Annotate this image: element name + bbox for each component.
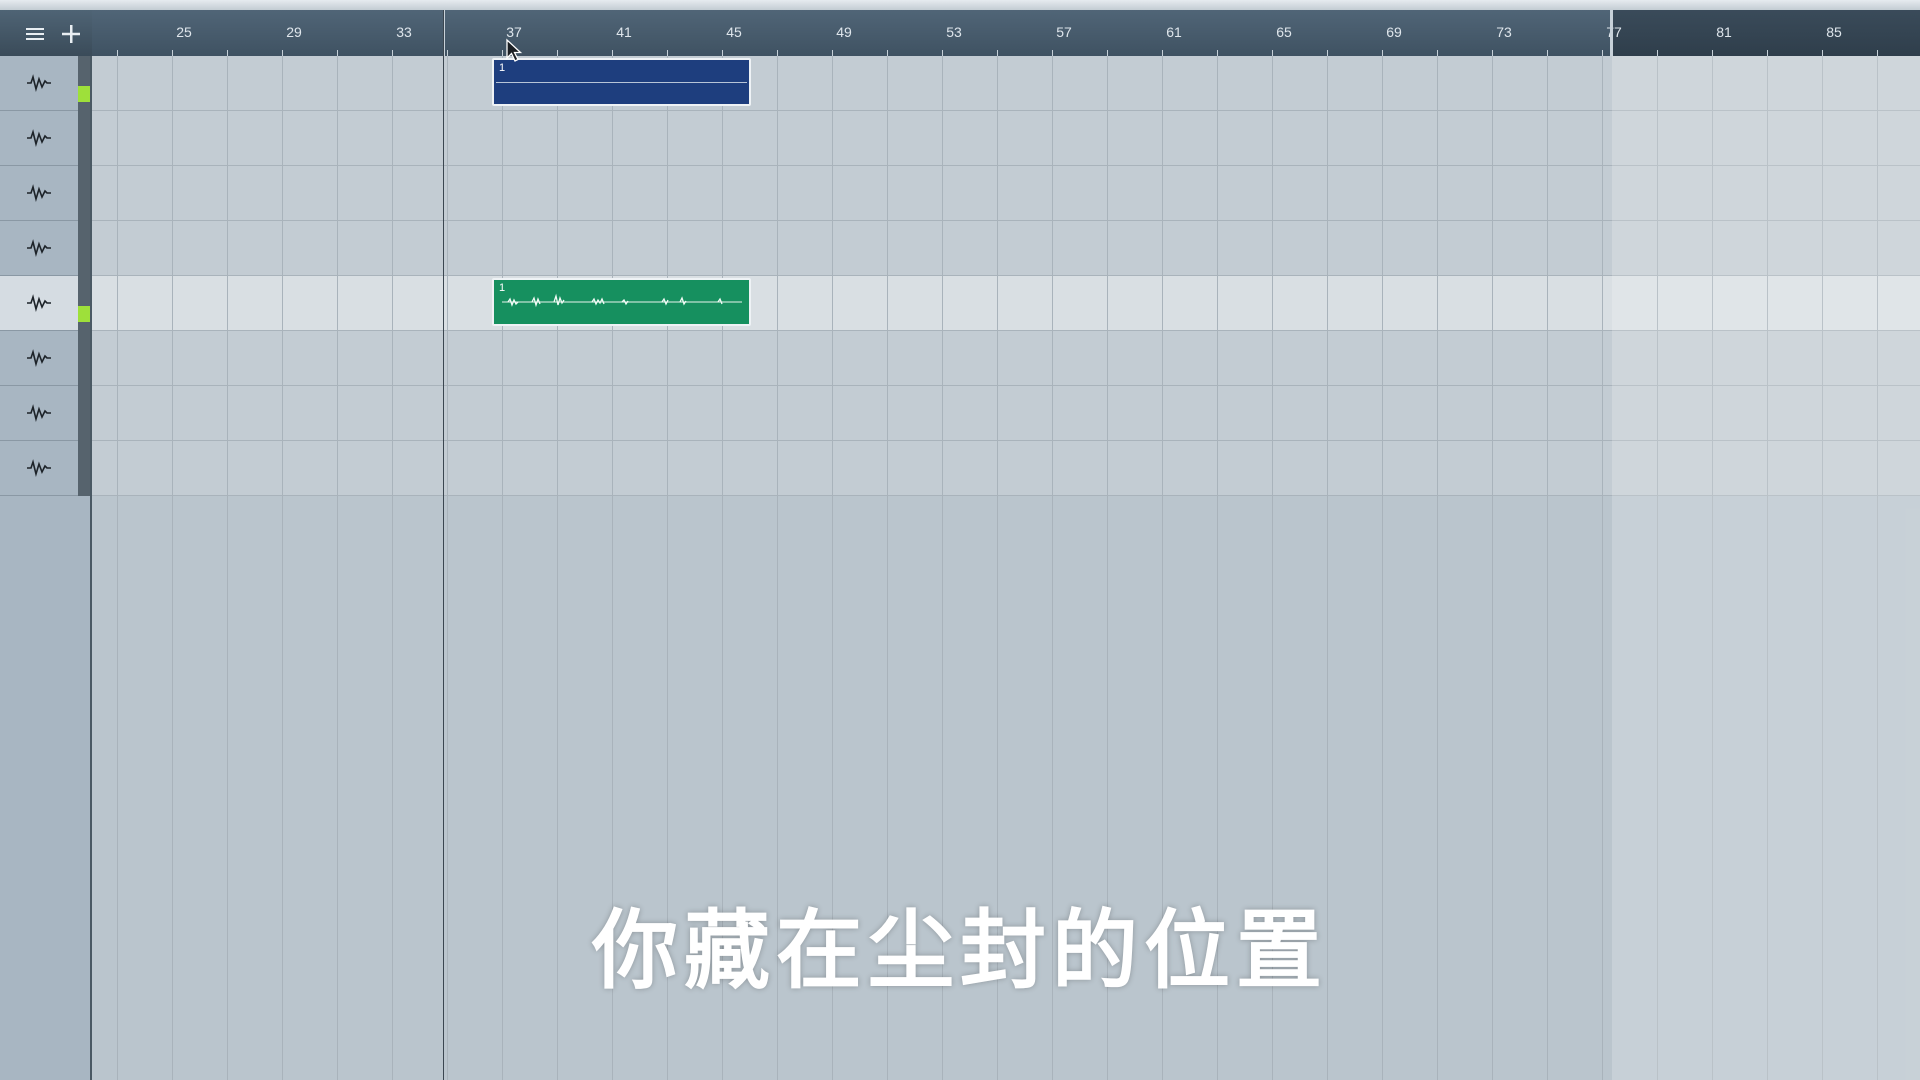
level-meter — [78, 306, 90, 322]
mouse-cursor-icon — [506, 38, 523, 62]
lyric-subtitle: 你藏在尘封的位置 — [592, 901, 1328, 1001]
waveform-icon — [27, 239, 51, 257]
ruler-bar-label: 29 — [286, 24, 302, 40]
track-color-strip — [78, 441, 90, 496]
ruler-bar-label: 53 — [946, 24, 962, 40]
track-color-strip — [78, 111, 90, 166]
track-header[interactable] — [0, 166, 78, 221]
ruler-bar-label: 45 — [726, 24, 742, 40]
ruler-bar-label: 33 — [396, 24, 412, 40]
track-header[interactable] — [0, 56, 78, 111]
track-color-strip — [78, 386, 90, 441]
ruler-locator-range — [1612, 10, 1920, 56]
window-top-edge — [0, 0, 1920, 10]
ruler-bar-label: 49 — [836, 24, 852, 40]
ruler-bar-label: 77 — [1606, 24, 1622, 40]
midi-part[interactable]: 1 — [492, 58, 751, 106]
track-header[interactable] — [0, 111, 78, 166]
timeline-ruler[interactable]: 25 29 33 37 41 45 49 53 57 61 65 69 73 77 81 85 — [92, 10, 1920, 56]
ruler-bar-label: 85 — [1826, 24, 1842, 40]
track-color-strip — [78, 166, 90, 221]
waveform-icon — [27, 459, 51, 477]
track-header[interactable] — [0, 331, 78, 386]
ruler-bar-label: 41 — [616, 24, 632, 40]
waveform-icon — [27, 184, 51, 202]
waveform-icon — [27, 404, 51, 422]
track-color-strip — [78, 56, 90, 111]
plus-icon[interactable] — [58, 21, 84, 47]
part-divider — [496, 82, 747, 83]
ruler-bar-label: 25 — [176, 24, 192, 40]
ruler-bar-label: 69 — [1386, 24, 1402, 40]
track-list-toolbar — [0, 10, 93, 56]
track-header[interactable] — [0, 276, 78, 331]
waveform-icon — [27, 349, 51, 367]
track-header[interactable] — [0, 221, 78, 276]
waveform-icon — [27, 294, 51, 312]
track-header[interactable] — [0, 441, 78, 496]
audio-waveform — [502, 293, 742, 308]
ruler-bar-label: 61 — [1166, 24, 1182, 40]
waveform-icon — [27, 129, 51, 147]
audio-part[interactable]: 1 — [492, 278, 751, 326]
hamburger-menu-icon[interactable] — [22, 21, 48, 47]
track-color-strip — [78, 331, 90, 386]
ruler-bar-label: 65 — [1276, 24, 1292, 40]
track-color-strip — [78, 221, 90, 276]
track-color-strip — [78, 276, 90, 331]
ruler-bar-label: 81 — [1716, 24, 1732, 40]
waveform-icon — [27, 74, 51, 92]
level-meter — [78, 86, 90, 102]
ruler-bar-label: 73 — [1496, 24, 1512, 40]
right-locator-marker[interactable] — [1610, 10, 1613, 56]
track-header[interactable] — [0, 386, 78, 441]
ruler-bar-label: 57 — [1056, 24, 1072, 40]
